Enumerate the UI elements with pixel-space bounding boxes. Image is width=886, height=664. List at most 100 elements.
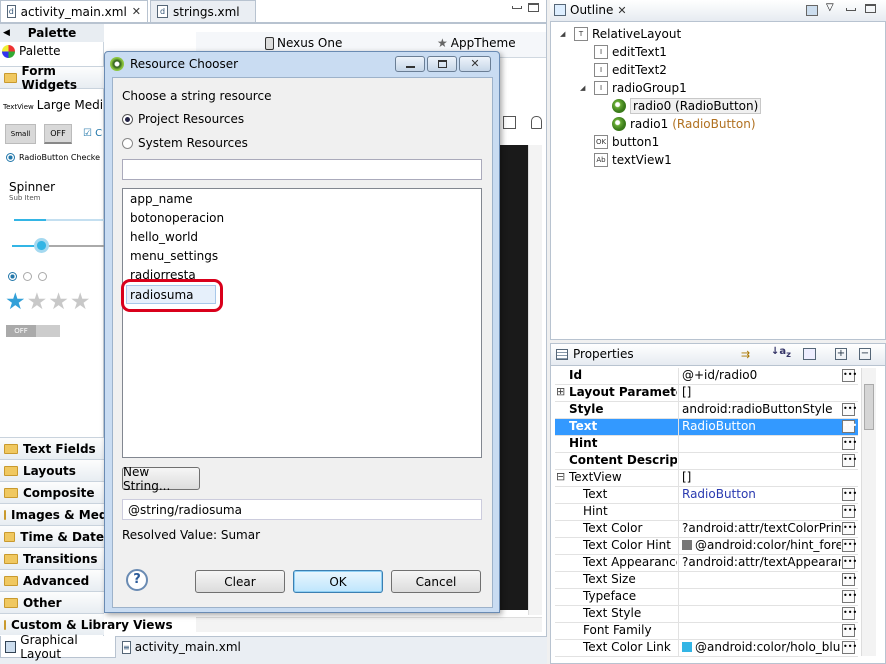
- radio-project-resources[interactable]: Project Resources: [122, 112, 244, 126]
- palette-section-form-widgets[interactable]: Form Widgets: [0, 64, 104, 92]
- property-value[interactable]: RadioButton: [678, 487, 841, 503]
- filter-icon[interactable]: ⇉: [741, 348, 750, 361]
- lock-icon[interactable]: [531, 116, 542, 129]
- property-value[interactable]: @+id/radio0: [678, 368, 841, 384]
- vertical-scrollbar[interactable]: [528, 145, 542, 615]
- property-row[interactable]: Text Style •••: [555, 606, 858, 623]
- maximize-icon[interactable]: [865, 4, 876, 13]
- properties-tab[interactable]: Properties: [556, 347, 634, 361]
- outline-toolbar-icon[interactable]: [806, 5, 818, 16]
- seekbar-widget[interactable]: [12, 238, 104, 253]
- outline-node[interactable]: ◢ T RelativeLayout: [560, 25, 681, 43]
- property-row[interactable]: Content Descript... •••: [555, 453, 858, 470]
- collapse-all-icon[interactable]: −: [859, 348, 871, 360]
- property-row[interactable]: Style android:radioButtonStyle •••: [555, 402, 858, 419]
- palette-category[interactable]: Images & Med: [0, 503, 107, 525]
- resource-reference-field[interactable]: [122, 499, 482, 520]
- new-string-button[interactable]: New String...: [122, 465, 200, 493]
- ellipsis-button[interactable]: •••: [842, 369, 857, 382]
- dialog-close-button[interactable]: ✕: [459, 56, 491, 72]
- palette-category[interactable]: Layouts: [0, 459, 104, 481]
- outline-node[interactable]: OK button1: [594, 133, 659, 151]
- resource-item[interactable]: app_name: [130, 190, 193, 209]
- outline-node[interactable]: IeditText1: [594, 43, 667, 61]
- theme-selector[interactable]: ★ AppTheme: [437, 36, 516, 50]
- outline-node[interactable]: IeditText2: [594, 61, 667, 79]
- filter-input[interactable]: [122, 159, 482, 180]
- expander-icon[interactable]: ⊟: [556, 470, 565, 483]
- expand-all-icon[interactable]: +: [835, 348, 847, 360]
- dialog-maximize-button[interactable]: [427, 56, 457, 72]
- cancel-button[interactable]: Cancel: [391, 570, 481, 593]
- maximize-editor-icon[interactable]: [528, 3, 539, 12]
- property-value[interactable]: [678, 504, 841, 520]
- property-value[interactable]: [678, 589, 841, 605]
- property-row[interactable]: Layout Parameters [] ⊞: [555, 385, 858, 402]
- ellipsis-button[interactable]: •••: [842, 403, 857, 416]
- property-value[interactable]: []: [678, 385, 841, 401]
- ellipsis-button[interactable]: •••: [842, 437, 857, 450]
- property-value[interactable]: ?android:attr/textAppearance ...: [678, 555, 841, 571]
- ellipsis-button[interactable]: •••: [842, 590, 857, 603]
- palette-category[interactable]: Composite: [0, 481, 104, 503]
- outline-node[interactable]: ◢ IradioGroup1: [580, 79, 687, 97]
- property-row[interactable]: Text Color ?android:attr/textColorPrima..…: [555, 521, 858, 538]
- property-row[interactable]: Text Size •••: [555, 572, 858, 589]
- property-value[interactable]: android:radioButtonStyle: [678, 402, 841, 418]
- toggle-button-widget[interactable]: OFF: [44, 124, 72, 144]
- advanced-props-icon[interactable]: [803, 348, 816, 360]
- checkbox-widget[interactable]: ☑ C: [83, 128, 102, 139]
- resource-item[interactable]: hello_world: [130, 228, 198, 247]
- property-value[interactable]: @android:color/hint_fore...: [678, 538, 841, 554]
- property-row[interactable]: Font Family •••: [555, 623, 858, 640]
- property-row[interactable]: Text RadioButton •••: [555, 419, 858, 436]
- rating-bar-widget[interactable]: ★★★★: [5, 289, 91, 315]
- scroll-thumb[interactable]: [864, 384, 874, 430]
- palette-category[interactable]: Transitions: [0, 547, 104, 569]
- palette-category[interactable]: Other: [0, 591, 104, 613]
- horizontal-scrollbar[interactable]: [196, 617, 542, 632]
- ellipsis-button[interactable]: •••: [842, 624, 857, 637]
- ellipsis-button[interactable]: •••: [842, 522, 857, 535]
- minimize-icon[interactable]: [846, 8, 856, 11]
- property-row[interactable]: Hint •••: [555, 504, 858, 521]
- ellipsis-button[interactable]: •••: [842, 607, 857, 620]
- progress-bar-widget[interactable]: [14, 219, 104, 221]
- resource-item[interactable]: botonoperacion: [130, 209, 224, 228]
- ellipsis-button[interactable]: •••: [842, 420, 857, 433]
- property-value[interactable]: [678, 453, 841, 469]
- property-row[interactable]: Typeface •••: [555, 589, 858, 606]
- tab-strings[interactable]: d strings.xml: [150, 0, 256, 22]
- property-row[interactable]: Text Appearance ?android:attr/textAppeara…: [555, 555, 858, 572]
- textview-widget[interactable]: TextView Large Mediu: [3, 98, 111, 112]
- close-icon[interactable]: ✕: [617, 4, 626, 17]
- dialog-minimize-button[interactable]: [395, 56, 425, 72]
- property-row[interactable]: Text Color Link @android:color/holo_blue.…: [555, 640, 858, 657]
- outline-node[interactable]: radio1 (RadioButton): [612, 115, 756, 133]
- palette-collapse-icon[interactable]: ◀: [3, 24, 10, 42]
- device-selector[interactable]: Nexus One: [265, 36, 342, 50]
- properties-scrollbar[interactable]: [861, 368, 876, 656]
- help-icon[interactable]: ?: [126, 569, 148, 591]
- ellipsis-button[interactable]: •••: [842, 488, 857, 501]
- sort-az-icon[interactable]: ↓az: [771, 346, 791, 359]
- clear-button[interactable]: Clear: [195, 570, 285, 593]
- ellipsis-button[interactable]: •••: [842, 556, 857, 569]
- outline-tab[interactable]: Outline ✕: [554, 3, 627, 17]
- property-row[interactable]: Text Color Hint @android:color/hint_fore.…: [555, 538, 858, 555]
- palette-category[interactable]: Text Fields: [0, 437, 104, 459]
- radiobutton-widget[interactable]: RadioButton Checke: [6, 153, 100, 162]
- close-icon[interactable]: ✕: [132, 5, 141, 18]
- minimize-editor-icon[interactable]: [512, 6, 522, 9]
- spinner-widget[interactable]: Spinner Sub Item: [9, 180, 55, 202]
- radio-dots-widget[interactable]: [8, 272, 47, 281]
- expand-arrow-icon[interactable]: ◢: [560, 30, 565, 38]
- expander-icon[interactable]: ⊞: [556, 385, 565, 398]
- tab-xml-source[interactable]: ≡ activity_main.xml: [120, 636, 241, 658]
- ellipsis-button[interactable]: •••: [842, 454, 857, 467]
- view-menu-icon[interactable]: ▽: [826, 2, 834, 13]
- zoom-fit-icon[interactable]: [503, 116, 516, 129]
- palette-category[interactable]: Advanced: [0, 569, 104, 591]
- property-value[interactable]: ?android:attr/textColorPrima...: [678, 521, 841, 537]
- property-value[interactable]: [678, 436, 841, 452]
